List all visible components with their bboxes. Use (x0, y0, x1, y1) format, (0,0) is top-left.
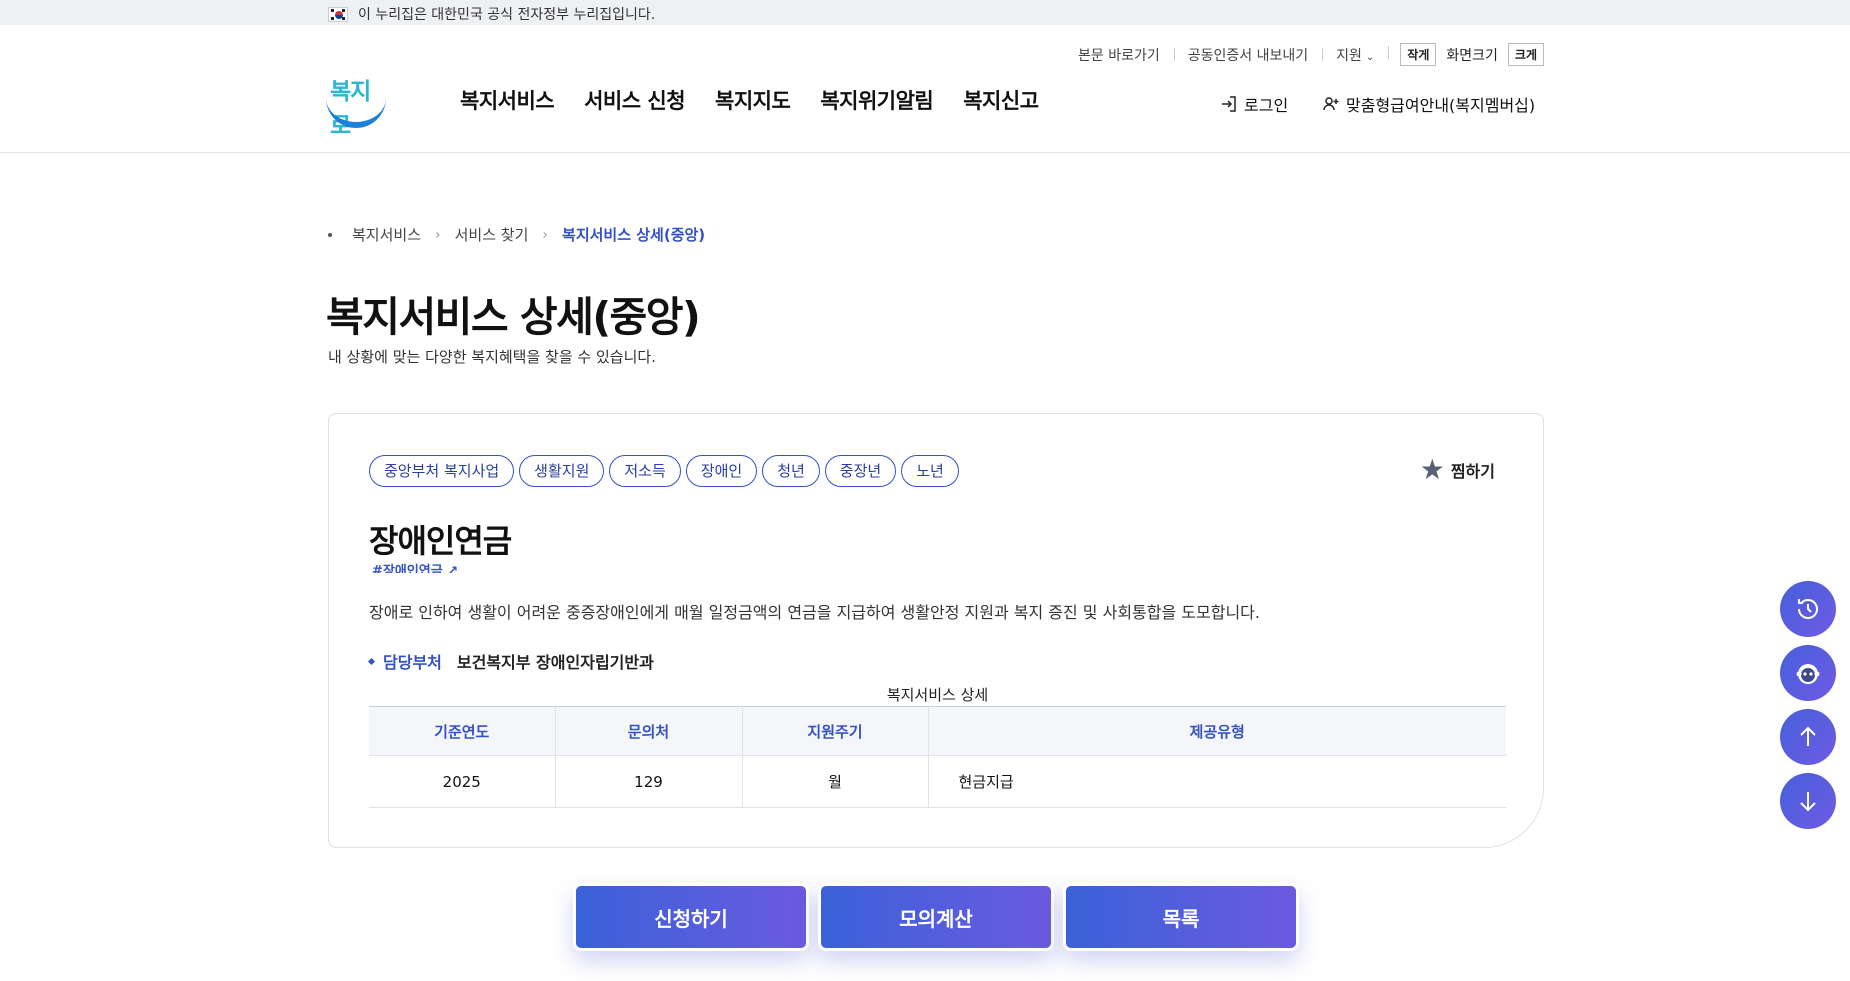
page-title: 복지서비스 상세(중앙) (326, 293, 701, 341)
cell-type: 현금지급 (928, 755, 1506, 808)
tag-chip[interactable]: 청년 (762, 455, 820, 487)
logo[interactable]: 복지로 (326, 72, 388, 139)
column-header-year: 기준연도 (369, 706, 556, 756)
simulate-button[interactable]: 모의계산 (818, 883, 1054, 951)
service-description: 장애로 인하여 생활이 어려운 중증장애인에게 매월 일정금액의 연금을 지급하… (369, 603, 1260, 622)
list-button[interactable]: 목록 (1063, 883, 1299, 951)
service-hashtag-link[interactable]: #장애인연금 ↗ (372, 560, 458, 573)
page-description: 내 상황에 맞는 다양한 복지혜택을 찾을 수 있습니다. (328, 348, 656, 366)
service-detail-card: 중앙부처 복지사업 생활지원 저소득 장애인 청년 중장년 노년 ★ 찜하기 장… (328, 413, 1544, 848)
quick-menu (1780, 581, 1836, 829)
main-nav: 복지서비스 서비스 신청 복지지도 복지위기알림 복지신고 (460, 85, 1039, 115)
membership-label: 맞춤형급여안내(복지멤버십) (1346, 96, 1536, 115)
tag-chip[interactable]: 중앙부처 복지사업 (369, 455, 515, 487)
nav-service-apply[interactable]: 서비스 신청 (584, 85, 685, 115)
tag-chip[interactable]: 장애인 (685, 455, 758, 487)
chevron-right-icon: › (542, 226, 549, 243)
font-small-button[interactable]: 작게 (1400, 43, 1437, 66)
cell-year: 2025 (369, 755, 556, 808)
nav-welfare-map[interactable]: 복지지도 (715, 85, 791, 115)
cell-contact: 129 (555, 755, 743, 808)
service-title: 장애인연금 (369, 522, 512, 560)
department-row: 담당부처 보건복지부 장애인자립기반과 (367, 649, 654, 673)
chevron-down-icon: ⌄ (1365, 51, 1375, 63)
breadcrumb-item[interactable]: 복지서비스 (352, 224, 421, 245)
department-value: 보건복지부 장애인자립기반과 (456, 653, 654, 672)
department-label: 담당부처 (383, 653, 442, 672)
cell-cycle: 월 (742, 755, 929, 808)
breadcrumb: 복지서비스 › 서비스 찾기 › 복지서비스 상세(중앙) (328, 224, 705, 245)
font-size-label: 화면크기 (1446, 47, 1498, 64)
nav-welfare-report[interactable]: 복지신고 (963, 85, 1039, 115)
table-row: 2025 129 월 현금지급 (369, 755, 1506, 808)
support-label: 지원 (1336, 47, 1362, 64)
favorite-button[interactable]: ★ 찜하기 (1420, 456, 1495, 484)
table-header-row: 기준연도 문의처 지원주기 제공유형 (369, 706, 1506, 756)
star-icon: ★ (1419, 453, 1445, 486)
nav-crisis-alert[interactable]: 복지위기알림 (820, 85, 933, 115)
login-icon (1222, 96, 1236, 112)
tag-chip[interactable]: 중장년 (824, 455, 897, 487)
tag-chip[interactable]: 생활지원 (519, 455, 605, 487)
gov-banner: 이 누리집은 대한민국 공식 전자정부 누리집입니다. (0, 0, 1850, 25)
action-buttons: 신청하기 모의계산 목록 (573, 883, 1299, 951)
skip-to-content-link[interactable]: 본문 바로가기 (1064, 45, 1174, 65)
external-link-icon: ↗ (447, 564, 459, 573)
history-icon[interactable] (1780, 581, 1836, 637)
diamond-bullet-icon (367, 657, 376, 665)
korean-flag-icon (328, 6, 348, 22)
favorite-label: 찜하기 (1450, 462, 1495, 481)
login-label: 로그인 (1244, 96, 1289, 115)
service-hashtag: #장애인연금 (372, 564, 443, 573)
gov-banner-text: 이 누리집은 대한민국 공식 전자정부 누리집입니다. (358, 7, 656, 23)
breadcrumb-item[interactable]: 서비스 찾기 (455, 224, 529, 245)
support-dropdown[interactable]: 지원 ⌄ (1322, 45, 1388, 65)
breadcrumb-current: 복지서비스 상세(중앙) (562, 226, 706, 244)
font-large-button[interactable]: 크게 (1507, 43, 1544, 66)
cert-export-link[interactable]: 공동인증서 내보내기 (1173, 45, 1322, 65)
column-header-cycle: 지원주기 (742, 706, 929, 756)
service-info-table: 기준연도 문의처 지원주기 제공유형 2025 129 월 현금지급 (369, 706, 1506, 808)
login-link[interactable]: 로그인 (1220, 92, 1288, 116)
column-header-type: 제공유형 (928, 706, 1506, 756)
breadcrumb-home-dot (328, 232, 332, 237)
membership-link[interactable]: 맞춤형급여안내(복지멤버십) (1322, 92, 1535, 116)
nav-welfare-service[interactable]: 복지서비스 (460, 85, 555, 115)
service-tags: 중앙부처 복지사업 생활지원 저소득 장애인 청년 중장년 노년 (369, 455, 959, 487)
tag-chip[interactable]: 노년 (901, 455, 959, 487)
chevron-right-icon: › (435, 226, 441, 243)
apply-button[interactable]: 신청하기 (573, 883, 809, 951)
column-header-contact: 문의처 (555, 706, 743, 756)
arrow-up-icon[interactable] (1780, 709, 1836, 765)
tag-chip[interactable]: 저소득 (609, 455, 681, 487)
site-header: 본문 바로가기 공동인증서 내보내기 지원 ⌄ 작게 화면크기 크게 복지로 복지… (0, 25, 1850, 153)
table-caption: 복지서비스 상세 (886, 686, 989, 704)
chatbot-icon[interactable] (1780, 645, 1836, 701)
utility-menu: 본문 바로가기 공동인증서 내보내기 지원 ⌄ 작게 화면크기 크게 (1064, 43, 1544, 66)
font-size-control: 작게 화면크기 크게 (1388, 43, 1544, 66)
user-plus-icon (1323, 97, 1339, 111)
arrow-down-icon[interactable] (1780, 773, 1836, 829)
